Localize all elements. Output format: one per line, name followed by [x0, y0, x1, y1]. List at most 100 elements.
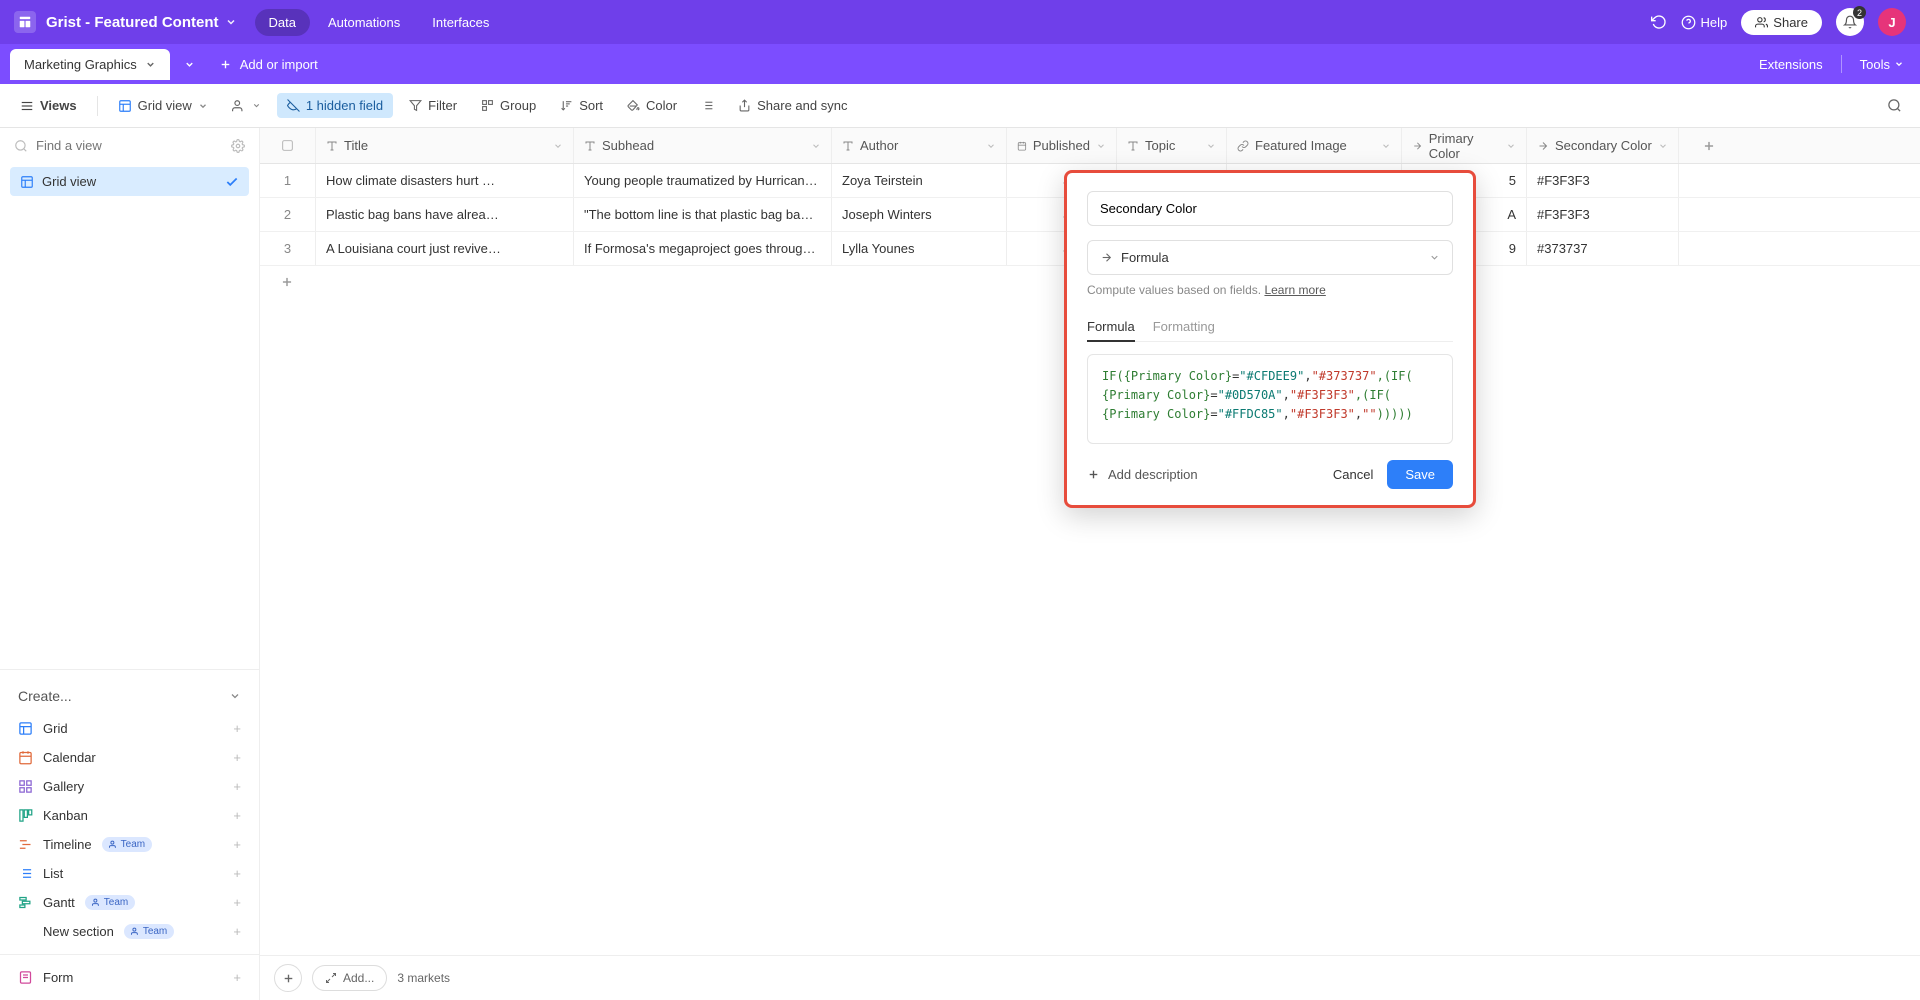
share-label: Share	[1773, 15, 1808, 30]
chevron-down-icon[interactable]	[986, 141, 996, 151]
create-gallery[interactable]: Gallery+	[0, 772, 259, 801]
column-header-primary[interactable]: Primary Color	[1402, 128, 1527, 163]
field-name-input[interactable]	[1087, 191, 1453, 226]
doc-title[interactable]: Grist - Featured Content	[46, 14, 219, 31]
formula-editor[interactable]: IF({Primary Color}="#CFDEE9","#373737",(…	[1087, 354, 1453, 444]
text-type-icon	[1127, 140, 1139, 152]
chevron-down-icon[interactable]	[1206, 141, 1216, 151]
cell-title[interactable]: How climate disasters hurt …	[316, 164, 574, 197]
create-header[interactable]: Create...	[0, 678, 259, 714]
tab-data[interactable]: Data	[255, 9, 310, 36]
cell-subhead[interactable]: Young people traumatized by Hurrican…	[574, 164, 832, 197]
share-button[interactable]: Share	[1741, 10, 1822, 35]
create-calendar[interactable]: Calendar+	[0, 743, 259, 772]
formula-type-icon	[1412, 140, 1423, 152]
chevron-down-icon[interactable]	[553, 141, 563, 151]
column-header-published[interactable]: Published	[1007, 128, 1117, 163]
notifications-button[interactable]: 2	[1836, 8, 1864, 36]
footer-add-menu[interactable]: Add...	[312, 965, 387, 991]
row-number[interactable]: 3	[260, 232, 316, 265]
cell-subhead[interactable]: "The bottom line is that plastic bag ba…	[574, 198, 832, 231]
select-all-checkbox[interactable]	[260, 128, 316, 163]
chevron-down-icon[interactable]	[811, 141, 821, 151]
column-header-featured[interactable]: Featured Image	[1227, 128, 1402, 163]
cell-title[interactable]: A Louisiana court just revive…	[316, 232, 574, 265]
view-users-icon[interactable]	[224, 94, 269, 118]
create-gantt[interactable]: GanttTeam+	[0, 888, 259, 917]
tab-automations[interactable]: Automations	[314, 9, 414, 36]
table-list-dropdown[interactable]	[172, 59, 207, 70]
plus-icon: +	[233, 837, 241, 852]
tab-formula[interactable]: Formula	[1087, 313, 1135, 342]
tab-interfaces[interactable]: Interfaces	[418, 9, 503, 36]
cell-subhead[interactable]: If Formosa's megaproject goes throug…	[574, 232, 832, 265]
active-table-tab[interactable]: Marketing Graphics	[10, 49, 170, 80]
field-type-selector[interactable]: Formula	[1087, 240, 1453, 275]
create-form[interactable]: Form +	[0, 963, 259, 992]
plus-icon: +	[233, 895, 241, 910]
create-timeline[interactable]: TimelineTeam+	[0, 830, 259, 859]
hidden-fields-button[interactable]: 1 hidden field	[277, 93, 393, 118]
add-description-button[interactable]: Add description	[1087, 467, 1198, 482]
cell-author[interactable]: Lylla Younes	[832, 232, 1007, 265]
footer-add-record[interactable]	[274, 964, 302, 992]
views-sidebar: Grid view Create... Grid+Calendar+Galler…	[0, 128, 260, 1000]
create-kanban[interactable]: Kanban+	[0, 801, 259, 830]
color-button[interactable]: Color	[619, 93, 685, 118]
share-sync-button[interactable]: Share and sync	[730, 93, 855, 118]
link-type-icon	[1237, 140, 1249, 152]
help-button[interactable]: Help	[1681, 15, 1728, 30]
group-button[interactable]: Group	[473, 93, 544, 118]
app-logo-icon[interactable]	[14, 11, 36, 33]
find-view-search[interactable]	[0, 128, 259, 163]
extensions-button[interactable]: Extensions	[1759, 57, 1823, 72]
chevron-down-icon[interactable]	[1096, 141, 1106, 151]
learn-more-link[interactable]: Learn more	[1264, 283, 1325, 297]
find-view-input[interactable]	[36, 138, 223, 153]
column-header-topic[interactable]: Topic	[1117, 128, 1227, 163]
chevron-down-icon[interactable]	[1381, 141, 1391, 151]
create-new-section[interactable]: New sectionTeam+	[0, 917, 259, 946]
column-header-author[interactable]: Author	[832, 128, 1007, 163]
create-grid[interactable]: Grid+	[0, 714, 259, 743]
formula-type-icon	[1537, 140, 1549, 152]
search-button[interactable]	[1881, 92, 1908, 119]
chevron-down-icon[interactable]	[1658, 141, 1668, 151]
top-nav-tabs: Data Automations Interfaces	[255, 9, 504, 36]
cancel-button[interactable]: Cancel	[1319, 460, 1387, 489]
table-bar: Marketing Graphics Add or import Extensi…	[0, 44, 1920, 84]
column-header-secondary[interactable]: Secondary Color	[1527, 128, 1679, 163]
plus-icon: +	[233, 721, 241, 736]
chevron-down-icon[interactable]	[1506, 141, 1516, 151]
record-count: 3 markets	[397, 971, 450, 985]
date-type-icon	[1017, 140, 1027, 152]
settings-icon[interactable]	[231, 139, 245, 153]
column-header-title[interactable]: Title	[316, 128, 574, 163]
cell-author[interactable]: Zoya Teirstein	[832, 164, 1007, 197]
column-header-subhead[interactable]: Subhead	[574, 128, 832, 163]
cell-secondary-color[interactable]: #F3F3F3	[1527, 164, 1679, 197]
create-list[interactable]: List+	[0, 859, 259, 888]
tab-formatting[interactable]: Formatting	[1153, 313, 1215, 342]
add-or-import-button[interactable]: Add or import	[207, 57, 330, 72]
view-toolbar: Views Grid view 1 hidden field Filter Gr…	[0, 84, 1920, 128]
cell-title[interactable]: Plastic bag bans have alrea…	[316, 198, 574, 231]
add-column-button[interactable]	[1679, 128, 1739, 163]
filter-button[interactable]: Filter	[401, 93, 465, 118]
grid-view-selector[interactable]: Grid view	[110, 93, 216, 118]
row-height-button[interactable]	[693, 94, 722, 117]
user-avatar[interactable]: J	[1878, 8, 1906, 36]
views-toggle[interactable]: Views	[12, 93, 85, 118]
tools-button[interactable]: Tools	[1860, 57, 1904, 72]
row-number[interactable]: 2	[260, 198, 316, 231]
row-number[interactable]: 1	[260, 164, 316, 197]
sort-button[interactable]: Sort	[552, 93, 611, 118]
chevron-down-icon	[1429, 252, 1440, 263]
cell-author[interactable]: Joseph Winters	[832, 198, 1007, 231]
chevron-down-icon[interactable]	[225, 16, 237, 28]
cell-secondary-color[interactable]: #F3F3F3	[1527, 198, 1679, 231]
view-item-grid[interactable]: Grid view	[10, 167, 249, 196]
history-icon[interactable]	[1651, 14, 1667, 30]
save-button[interactable]: Save	[1387, 460, 1453, 489]
cell-secondary-color[interactable]: #373737	[1527, 232, 1679, 265]
